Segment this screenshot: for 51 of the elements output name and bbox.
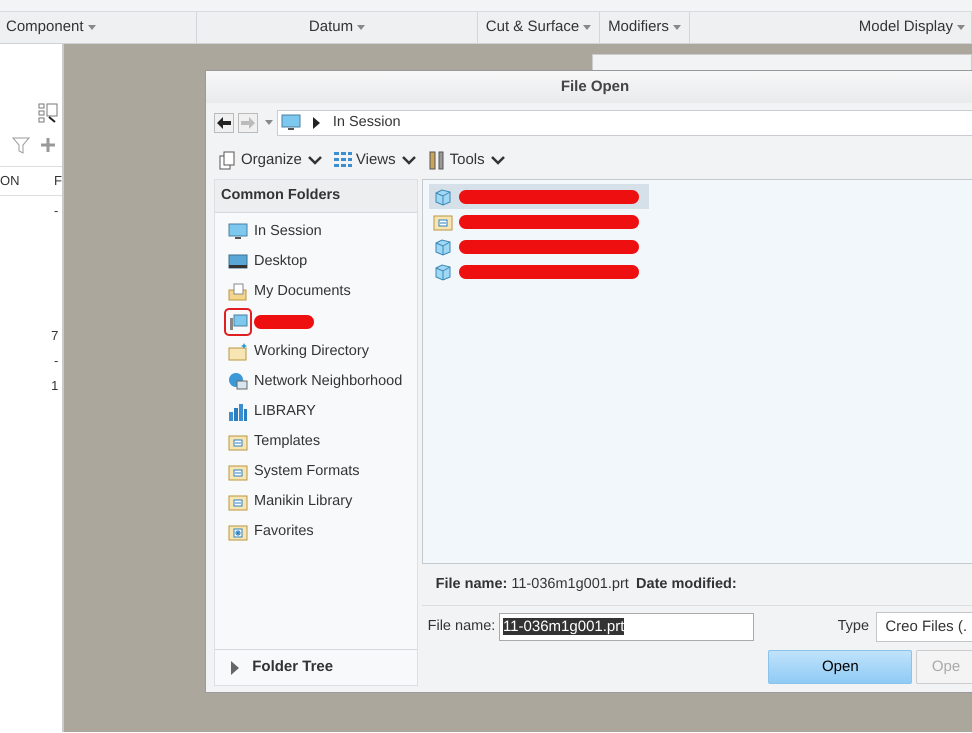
ribbon-group-menu[interactable]: Component bbox=[6, 16, 96, 39]
folder-item[interactable]: LIBRARY bbox=[215, 396, 417, 427]
ribbon-group-menu[interactable]: Cut & Surface bbox=[486, 16, 592, 39]
ribbon-group-menu[interactable]: Model Display bbox=[858, 16, 965, 39]
bar-chart-icon bbox=[228, 402, 248, 422]
folder-item[interactable]: In Session bbox=[215, 216, 417, 247]
globe-computer-icon bbox=[228, 372, 248, 392]
documents-folder-icon bbox=[228, 282, 248, 302]
cube-icon bbox=[432, 186, 453, 206]
folder-item[interactable]: Desktop bbox=[215, 246, 417, 277]
cube-icon bbox=[432, 262, 453, 282]
ribbon-group-menu[interactable]: Datum bbox=[308, 16, 366, 39]
file-type-dropdown[interactable]: Creo Files (. bbox=[876, 612, 972, 642]
tree-cell-text: 1 bbox=[51, 377, 60, 395]
filter-icon bbox=[11, 135, 32, 155]
computer-icon bbox=[228, 312, 248, 332]
folder-star-icon bbox=[228, 342, 248, 362]
toolbar-menu[interactable]: Tools bbox=[422, 148, 512, 172]
dialog-title: File Open bbox=[206, 71, 972, 103]
redaction-scribble bbox=[254, 314, 314, 329]
detail-label: Date modified: bbox=[636, 574, 737, 594]
address-bar[interactable]: In Session bbox=[276, 110, 972, 136]
file-row[interactable] bbox=[428, 184, 649, 209]
file-name-field[interactable]: 11-036m1g001.prt bbox=[498, 613, 754, 641]
folder-item[interactable]: My Documents bbox=[215, 276, 417, 307]
grid-view-icon bbox=[332, 150, 353, 170]
folder-item[interactable]: Network Neighborhood bbox=[215, 366, 417, 397]
column-header[interactable]: ON bbox=[0, 171, 20, 191]
detail-text: File name: 11-036m1g001.prt bbox=[436, 574, 629, 594]
back-button[interactable] bbox=[214, 113, 234, 133]
ribbon-group-menu[interactable]: Modifiers bbox=[608, 16, 681, 39]
tree-cell-text: - bbox=[54, 352, 60, 370]
cube-icon bbox=[432, 236, 453, 256]
folder-item[interactable]: System Formats bbox=[215, 456, 417, 487]
field-label: File name: bbox=[428, 617, 496, 636]
folder-item[interactable]: Favorites bbox=[215, 516, 417, 547]
open-button[interactable]: Open bbox=[768, 650, 912, 684]
toolbar-menu[interactable]: Organize bbox=[214, 148, 329, 172]
tree-cell-text: - bbox=[54, 202, 60, 220]
tree-cell-text: 7 bbox=[51, 327, 60, 345]
monitor-icon bbox=[228, 222, 248, 242]
column-header[interactable]: F bbox=[54, 171, 62, 191]
folder-tree-toggle[interactable]: Folder Tree bbox=[215, 649, 417, 685]
toolbar-menu[interactable]: Views bbox=[328, 148, 423, 172]
folder-item[interactable]: Templates bbox=[215, 426, 417, 457]
section-heading: Common Folders bbox=[215, 180, 417, 213]
monitor-icon bbox=[280, 113, 301, 133]
tree-settings-icon bbox=[38, 103, 58, 123]
folder-item[interactable]: Working Directory bbox=[215, 336, 417, 367]
field-label: Type bbox=[838, 617, 870, 636]
folder-item[interactable]: Manikin Library bbox=[215, 486, 417, 517]
